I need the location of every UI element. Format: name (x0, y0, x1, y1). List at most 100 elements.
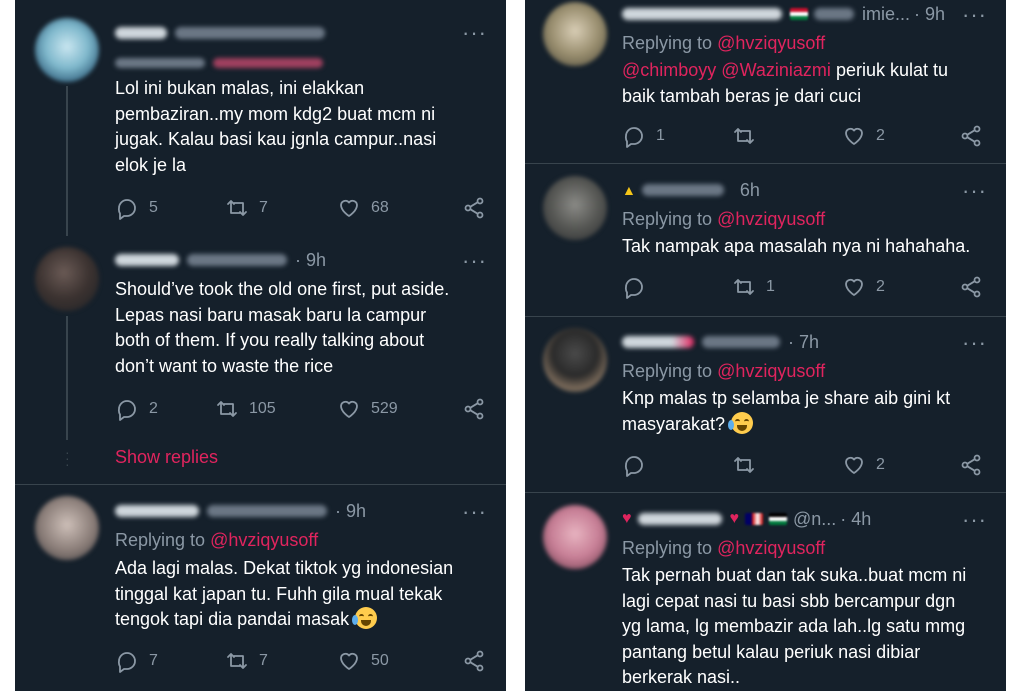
more-icon[interactable]: ··· (462, 250, 487, 272)
retweet-button[interactable] (732, 123, 756, 149)
more-icon[interactable]: ··· (962, 332, 987, 354)
tweet-header: · 9h (115, 498, 366, 524)
left-screenshot-panel: ··· Lol ini bukan malas, ini elakkan pem… (15, 0, 506, 691)
share-button[interactable] (959, 452, 983, 478)
crying-emoji-icon (728, 411, 754, 434)
divider (525, 492, 1006, 493)
blurred-username (622, 8, 782, 20)
flag-emoji-icon (790, 8, 808, 20)
reply-button[interactable]: 7 (115, 648, 158, 674)
reply-button[interactable]: 5 (115, 195, 158, 221)
tweet-time: · 7h (788, 331, 820, 352)
flag-emoji-icon (745, 513, 763, 525)
tweet-time: · 9h (914, 3, 946, 24)
flag-emoji-icon (769, 513, 787, 525)
tweet-actions: 7 7 50 (115, 648, 495, 674)
retweet-button[interactable]: 7 (225, 195, 268, 221)
like-button[interactable]: 529 (337, 396, 398, 422)
reply-button[interactable] (622, 452, 646, 478)
share-icon (464, 197, 484, 219)
avatar[interactable] (35, 496, 99, 560)
retweet-count: 105 (249, 400, 276, 417)
retweet-button[interactable] (732, 452, 756, 478)
retweet-button[interactable]: 105 (215, 396, 276, 422)
more-icon[interactable]: ··· (962, 180, 987, 202)
tweet-header: imie... · 9h (622, 1, 945, 27)
like-button[interactable]: 50 (337, 648, 389, 674)
reply-button[interactable]: 1 (622, 123, 665, 149)
retweet-icon (217, 401, 237, 417)
reply-icon (624, 456, 643, 477)
share-icon (464, 398, 484, 420)
more-icon[interactable]: ··· (462, 22, 487, 44)
retweet-button[interactable]: 1 (732, 274, 775, 300)
retweet-icon (227, 653, 247, 669)
share-button[interactable] (462, 648, 486, 674)
blurred-username (637, 513, 722, 525)
reply-button[interactable]: 2 (115, 396, 158, 422)
red-heart-emoji-icon: ♥ (729, 510, 740, 527)
tweet-text: Knp malas tp selamba je share aib gini k… (622, 386, 950, 437)
share-button[interactable] (462, 195, 486, 221)
tweet-header: · 9h (115, 247, 326, 273)
like-button[interactable]: 68 (337, 195, 389, 221)
like-button[interactable]: 2 (842, 274, 885, 300)
thread-line (66, 86, 68, 236)
like-icon (340, 199, 358, 217)
tweet-time: · 4h (840, 508, 872, 529)
tweet-header: ♥ ♥ @n... · 4h (622, 506, 871, 532)
replying-handle[interactable]: @hvziqyusoff (717, 33, 825, 53)
avatar[interactable] (543, 328, 607, 392)
share-button[interactable] (462, 396, 486, 422)
tweet-time: 6h (739, 179, 760, 200)
tweet-text-content: Ada lagi malas. Dekat tiktok yg indonesi… (115, 558, 454, 629)
blurred-handle (207, 505, 327, 517)
avatar[interactable] (543, 505, 607, 569)
like-count: 529 (371, 400, 398, 417)
blurred-handle (702, 336, 780, 348)
blurred-handle (187, 254, 287, 266)
retweet-icon (227, 200, 247, 216)
more-icon[interactable]: ··· (962, 4, 987, 26)
retweet-icon (734, 279, 754, 295)
tweet-actions: 5 7 68 (115, 195, 495, 221)
reply-count: 5 (149, 199, 158, 216)
replying-handle[interactable]: @hvziqyusoff (210, 530, 318, 550)
share-button[interactable] (959, 274, 983, 300)
reply-icon (117, 400, 136, 421)
retweet-button[interactable]: 7 (225, 648, 268, 674)
avatar[interactable] (543, 176, 607, 240)
tweet-actions: 1 2 (622, 123, 992, 149)
show-replies-link[interactable]: Show replies (115, 447, 218, 468)
tweet-mentions[interactable]: @chimboyy @Waziniazmi (622, 60, 831, 80)
like-count: 50 (371, 652, 389, 669)
more-icon[interactable]: ··· (962, 509, 987, 531)
replying-handle[interactable]: @hvziqyusoff (717, 209, 825, 229)
tweet-actions: 1 2 (622, 274, 992, 300)
like-icon (340, 400, 358, 418)
like-count: 2 (876, 127, 885, 144)
tweet-text: Lol ini bukan malas, ini elakkan pembazi… (115, 78, 437, 175)
retweet-count: 7 (259, 199, 268, 216)
reply-icon (624, 127, 643, 148)
warning-emoji-icon: ▲ (622, 182, 636, 198)
avatar[interactable] (543, 2, 607, 66)
share-icon (961, 276, 981, 298)
like-count: 2 (876, 278, 885, 295)
share-button[interactable] (959, 123, 983, 149)
more-icon[interactable]: ··· (462, 501, 487, 523)
tweet-time: · 9h (335, 500, 367, 521)
thread-line (66, 316, 68, 440)
reply-button[interactable] (622, 274, 646, 300)
tweet-actions: 2 (622, 452, 992, 478)
like-button[interactable]: 2 (842, 123, 885, 149)
like-icon (845, 456, 863, 474)
like-button[interactable]: 2 (842, 452, 885, 478)
avatar[interactable] (35, 247, 99, 311)
like-icon (340, 652, 358, 670)
reply-icon (624, 278, 643, 299)
blurred-username (115, 254, 179, 266)
avatar[interactable] (35, 18, 99, 82)
replying-handle[interactable]: @hvziqyusoff (717, 361, 825, 381)
replying-handle[interactable]: @hvziqyusoff (717, 538, 825, 558)
